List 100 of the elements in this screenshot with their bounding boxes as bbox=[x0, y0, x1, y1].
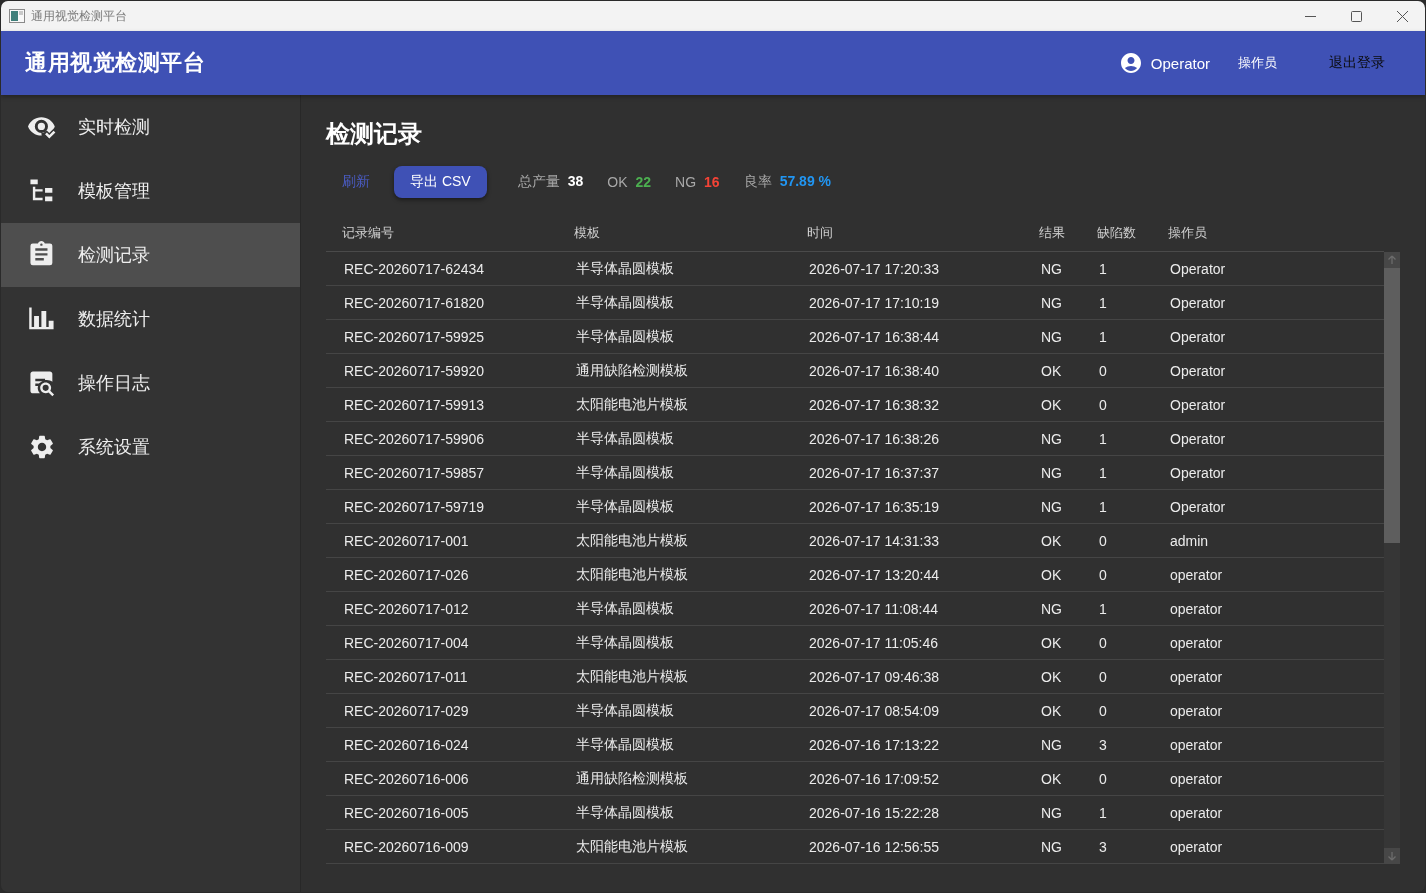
table-cell-text: 半导体晶圆模板 bbox=[575, 599, 675, 618]
table-cell-text: 2026-07-17 08:54:09 bbox=[808, 702, 940, 719]
table-cell-text: REC-20260717-004 bbox=[343, 634, 470, 651]
table-cell-text: REC-20260717-59925 bbox=[343, 328, 486, 345]
app-title: 通用视觉检测平台 bbox=[25, 49, 205, 77]
stat-value: 16 bbox=[704, 174, 720, 190]
table-cell-text: NG bbox=[1040, 838, 1063, 855]
table-cell-text: Operator bbox=[1169, 362, 1227, 379]
scroll-down-icon[interactable] bbox=[1384, 848, 1400, 864]
table-cell-text: 半导体晶圆模板 bbox=[575, 803, 675, 822]
table-cell-text: OK bbox=[1040, 532, 1063, 549]
column-header: 时间 bbox=[806, 224, 834, 242]
table-cell-text: 太阳能电池片模板 bbox=[575, 667, 689, 686]
table-cell-text: REC-20260716-006 bbox=[343, 770, 470, 787]
app-icon bbox=[9, 9, 25, 23]
table-cell-text: 0 bbox=[1098, 668, 1108, 685]
column-header: 记录编号 bbox=[341, 224, 395, 242]
table-cell-text: REC-20260717-59719 bbox=[343, 498, 486, 515]
table-cell-text: 0 bbox=[1098, 770, 1108, 787]
table-cell-text: 1 bbox=[1098, 430, 1108, 447]
table-cell-text: admin bbox=[1169, 532, 1210, 549]
table-cell-text: 2026-07-17 16:35:19 bbox=[808, 498, 940, 515]
table-cell-text: 太阳能电池片模板 bbox=[575, 531, 689, 550]
sidebar-item[interactable]: 数据统计 bbox=[1, 287, 300, 351]
table-cell-text: REC-20260717-011 bbox=[343, 668, 469, 685]
table-cell-text: operator bbox=[1169, 804, 1224, 821]
table-cell-text: REC-20260716-009 bbox=[343, 838, 470, 855]
table-cell-text: 0 bbox=[1098, 634, 1108, 651]
scroll-up-icon[interactable] bbox=[1384, 252, 1400, 268]
table-cell-text: 1 bbox=[1098, 498, 1108, 515]
table-cell-text: operator bbox=[1169, 838, 1224, 855]
table-cell-text: REC-20260716-005 bbox=[343, 804, 470, 821]
scrollbar[interactable] bbox=[1384, 252, 1400, 864]
table-cell-text: NG bbox=[1040, 328, 1063, 345]
table-cell-text: REC-20260717-012 bbox=[343, 600, 470, 617]
table-cell-text: 0 bbox=[1098, 566, 1108, 583]
sidebar-item[interactable]: 系统设置 bbox=[1, 415, 300, 479]
stat-value: 22 bbox=[635, 174, 652, 190]
table-cell-text: operator bbox=[1169, 566, 1224, 583]
table-cell-text: OK bbox=[1040, 634, 1063, 651]
table-cell-text: 0 bbox=[1098, 362, 1108, 379]
table-cell-text: REC-20260717-001 bbox=[343, 532, 470, 549]
table-cell-text: 通用缺陷检测模板 bbox=[575, 361, 689, 380]
table-cell-text: 1 bbox=[1098, 260, 1108, 277]
sidebar-item[interactable]: 模板管理 bbox=[1, 159, 300, 223]
column-header: 操作员 bbox=[1167, 224, 1208, 242]
minimize-icon bbox=[1304, 15, 1316, 17]
table-cell-text: 2026-07-17 14:31:33 bbox=[808, 532, 940, 549]
table-cell-text: 2026-07-17 16:38:44 bbox=[808, 328, 940, 345]
table-cell-text: 半导体晶圆模板 bbox=[575, 293, 675, 312]
export-csv-button[interactable]: 导出 CSV bbox=[394, 166, 487, 198]
sidebar-item[interactable]: 实时检测 bbox=[1, 95, 300, 159]
table-cell-text: 2026-07-16 12:56:55 bbox=[808, 838, 940, 855]
table-cell-text: 0 bbox=[1098, 396, 1108, 413]
table-cell-text: REC-20260717-59906 bbox=[343, 430, 486, 447]
table-cell-text: 半导体晶圆模板 bbox=[575, 735, 675, 754]
table-cell-text: 2026-07-17 13:20:44 bbox=[808, 566, 940, 583]
table-cell-text: 1 bbox=[1098, 328, 1108, 345]
stat-label: NG bbox=[675, 174, 697, 190]
table-cell-text: operator bbox=[1169, 770, 1224, 787]
table-cell-text: 3 bbox=[1098, 736, 1108, 753]
table-cell-text: Operator bbox=[1169, 328, 1227, 345]
table-cell-text: 2026-07-16 17:09:52 bbox=[808, 770, 940, 787]
table-cell-text: operator bbox=[1169, 600, 1224, 617]
table-cell-text: 半导体晶圆模板 bbox=[575, 463, 675, 482]
table-cell-text: REC-20260716-024 bbox=[343, 736, 470, 753]
user-avatar-icon bbox=[1118, 51, 1143, 75]
table-cell-text: OK bbox=[1040, 668, 1063, 685]
table-cell-text: 1 bbox=[1098, 464, 1108, 481]
document-search-icon bbox=[28, 369, 56, 397]
table-cell-text: NG bbox=[1040, 736, 1063, 753]
table-cell-text: 半导体晶圆模板 bbox=[575, 429, 675, 448]
table-cell-text: REC-20260717-61820 bbox=[343, 294, 486, 311]
table-cell-text: REC-20260717-59913 bbox=[343, 396, 486, 413]
user-role: 操作员 bbox=[1238, 54, 1277, 72]
sidebar-item[interactable]: 操作日志 bbox=[1, 351, 300, 415]
table-cell-text: REC-20260717-62434 bbox=[343, 260, 486, 277]
scrollbar-thumb[interactable] bbox=[1384, 268, 1400, 543]
table-cell-text: 2026-07-17 17:20:33 bbox=[808, 260, 940, 277]
settings-icon bbox=[28, 433, 56, 461]
stat-value: 38 bbox=[567, 173, 584, 189]
table-cell-text: REC-20260717-026 bbox=[343, 566, 470, 583]
table-cell-text: 半导体晶圆模板 bbox=[575, 327, 675, 346]
table-cell-text: OK bbox=[1040, 702, 1063, 719]
table-cell-text: 2026-07-17 16:37:37 bbox=[808, 464, 940, 481]
table-cell-text: OK bbox=[1040, 566, 1063, 583]
table-cell-text: 通用缺陷检测模板 bbox=[575, 769, 689, 788]
table-cell-text: 2026-07-17 16:38:40 bbox=[808, 362, 940, 379]
stat-label: OK bbox=[607, 174, 628, 190]
sidebar-item[interactable]: 检测记录 bbox=[1, 223, 300, 287]
table-cell-text: 半导体晶圆模板 bbox=[575, 497, 675, 516]
table-cell-text: 半导体晶圆模板 bbox=[575, 701, 675, 720]
close-icon bbox=[1396, 10, 1408, 22]
table-cell-text: 0 bbox=[1098, 702, 1108, 719]
table-cell-text: 2026-07-17 17:10:19 bbox=[808, 294, 940, 311]
table-cell-text: Operator bbox=[1169, 294, 1227, 311]
table-cell-text: operator bbox=[1169, 634, 1224, 651]
table-cell-text: 2026-07-16 15:22:28 bbox=[808, 804, 940, 821]
column-header: 模板 bbox=[573, 224, 601, 242]
table-cell-text: NG bbox=[1040, 804, 1063, 821]
